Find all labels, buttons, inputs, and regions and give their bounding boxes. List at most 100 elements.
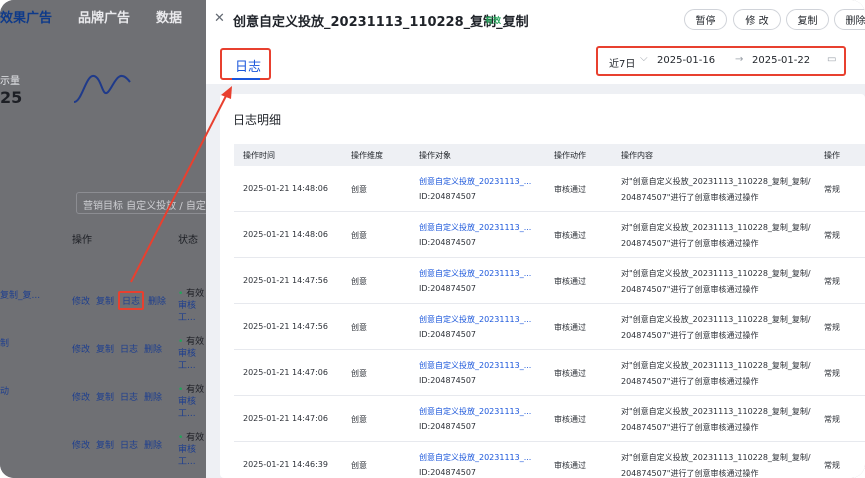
screenshot-frame: 效果广告 品牌广告 数据 工 示量 25 营销目标 自定义投放 / 自定 操作 … xyxy=(0,0,865,478)
delete-link[interactable]: 删除 xyxy=(144,390,162,403)
row-actions: 修改 复制 日志 删除 xyxy=(72,438,162,451)
log-time: 2025-01-21 14:47:56 xyxy=(243,276,328,285)
log-action: 审核通过 xyxy=(554,415,586,424)
log-link[interactable]: 日志 xyxy=(120,438,138,451)
log-time: 2025-01-21 14:47:06 xyxy=(243,414,328,423)
log-dimension: 创意 xyxy=(351,461,367,470)
row-status: • 有效 审核工... xyxy=(178,337,205,371)
log-type: 常规 xyxy=(824,185,840,194)
log-time: 2025-01-21 14:48:06 xyxy=(243,230,328,239)
log-dimension: 创意 xyxy=(351,277,367,286)
copy-link[interactable]: 复制 xyxy=(96,438,114,451)
modify-link[interactable]: 修改 xyxy=(72,390,90,403)
column-header-object: 操作对象 xyxy=(419,151,451,160)
row-divider xyxy=(234,211,865,212)
date-start-input[interactable]: 2025-01-16 xyxy=(657,55,715,66)
nav-item-brand-ads[interactable]: 品牌广告 xyxy=(78,7,130,26)
log-time: 2025-01-21 14:48:06 xyxy=(243,184,328,193)
log-object-link[interactable]: 创意自定义投放_20231113_... xyxy=(419,222,531,233)
log-content: 对"创意自定义投放_20231113_110228_复制_复制/ xyxy=(621,315,811,324)
copy-link[interactable]: 复制 xyxy=(96,342,114,355)
row-actions: 修改 复制 日志 删除 xyxy=(72,390,162,403)
log-content: 204874507"进行了创意审核通过操作 xyxy=(621,239,759,248)
tab-log[interactable]: 日志 xyxy=(235,56,261,75)
nav-item-effect-ads[interactable]: 效果广告 xyxy=(0,7,52,26)
modify-link[interactable]: 修改 xyxy=(72,342,90,355)
log-time: 2025-01-21 14:47:56 xyxy=(243,322,328,331)
log-link[interactable]: 日志 xyxy=(120,342,138,355)
row-divider xyxy=(234,303,865,304)
row-name[interactable]: 复制_复... xyxy=(0,288,40,301)
log-time: 2025-01-21 14:47:06 xyxy=(243,368,328,377)
copy-link[interactable]: 复制 xyxy=(96,390,114,403)
log-content: 204874507"进行了创意审核通过操作 xyxy=(621,423,759,432)
log-type: 常规 xyxy=(824,415,840,424)
close-icon[interactable]: ✕ xyxy=(214,11,225,26)
table-header xyxy=(234,144,865,166)
modify-link[interactable]: 修改 xyxy=(72,294,90,307)
row-divider xyxy=(234,349,865,350)
chevron-down-icon: ⌵ xyxy=(640,53,648,64)
log-content: 204874507"进行了创意审核通过操作 xyxy=(621,469,759,478)
column-header-action: 操作动作 xyxy=(554,151,586,160)
modify-button[interactable]: 修 改 xyxy=(733,9,781,30)
metric-value: 25 xyxy=(0,88,23,107)
log-object-id: ID:204874507 xyxy=(419,238,477,247)
log-action: 审核通过 xyxy=(554,231,586,240)
date-end-input[interactable]: 2025-01-22 xyxy=(752,55,810,66)
log-type: 常规 xyxy=(824,277,840,286)
log-object-link[interactable]: 创意自定义投放_20231113_... xyxy=(419,314,531,325)
row-actions: 修改 复制 日志 删除 xyxy=(72,342,162,355)
log-object-link[interactable]: 创意自定义投放_20231113_... xyxy=(419,268,531,279)
copy-link[interactable]: 复制 xyxy=(96,294,114,307)
column-header-type: 操作 xyxy=(824,151,840,160)
log-link[interactable]: 日志 xyxy=(120,390,138,403)
log-type: 常规 xyxy=(824,461,840,470)
log-object-link[interactable]: 创意自定义投放_20231113_... xyxy=(419,452,531,463)
row-actions: 修改 复制 日志 删除 xyxy=(72,291,166,310)
modify-link[interactable]: 修改 xyxy=(72,438,90,451)
row-divider xyxy=(234,257,865,258)
log-content: 对"创意自定义投放_20231113_110228_复制_复制/ xyxy=(621,453,811,462)
log-action: 审核通过 xyxy=(554,323,586,332)
log-action: 审核通过 xyxy=(554,185,586,194)
log-object-link[interactable]: 创意自定义投放_20231113_... xyxy=(419,406,531,417)
log-action: 审核通过 xyxy=(554,369,586,378)
filter-input[interactable]: 营销目标 自定义投放 / 自定 xyxy=(76,192,226,214)
row-divider xyxy=(234,395,865,396)
log-object-link[interactable]: 创意自定义投放_20231113_... xyxy=(419,360,531,371)
delete-link[interactable]: 删除 xyxy=(144,438,162,451)
log-content: 对"创意自定义投放_20231113_110228_复制_复制/ xyxy=(621,269,811,278)
row-status: • 有效 审核工... xyxy=(178,289,205,323)
drawer-header: ✕ 创意自定义投放_20231113_110228_复制_复制 有效 暂停 修 … xyxy=(206,0,865,40)
log-dimension: 创意 xyxy=(351,185,367,194)
arrow-right-icon: → xyxy=(735,54,744,65)
log-object-id: ID:204874507 xyxy=(419,330,477,339)
log-content: 对"创意自定义投放_20231113_110228_复制_复制/ xyxy=(621,223,811,232)
log-type: 常规 xyxy=(824,369,840,378)
delete-button[interactable]: 删除 xyxy=(834,9,865,30)
column-header-time: 操作时间 xyxy=(243,151,275,160)
log-link[interactable]: 日志 xyxy=(118,291,145,310)
date-preset-select[interactable]: 近7日 xyxy=(609,55,635,70)
log-content: 对"创意自定义投放_20231113_110228_复制_复制/ xyxy=(621,177,811,186)
log-object-id: ID:204874507 xyxy=(419,422,477,431)
log-type: 常规 xyxy=(824,231,840,240)
log-dimension: 创意 xyxy=(351,369,367,378)
log-content: 对"创意自定义投放_20231113_110228_复制_复制/ xyxy=(621,407,811,416)
copy-button[interactable]: 复制 xyxy=(786,9,829,30)
log-content: 204874507"进行了创意审核通过操作 xyxy=(621,285,759,294)
row-name[interactable]: 制 xyxy=(0,336,9,349)
log-dimension: 创意 xyxy=(351,231,367,240)
calendar-icon[interactable]: ▭ xyxy=(827,54,836,65)
row-status: • 有效 审核工... xyxy=(178,385,205,419)
delete-link[interactable]: 删除 xyxy=(144,342,162,355)
delete-link[interactable]: 删除 xyxy=(148,294,166,307)
row-divider xyxy=(234,441,865,442)
row-name[interactable]: 动 xyxy=(0,384,9,397)
log-object-link[interactable]: 创意自定义投放_20231113_... xyxy=(419,176,531,187)
pause-button[interactable]: 暂停 xyxy=(684,9,727,30)
metric-label: 示量 xyxy=(0,76,20,87)
nav-item-data[interactable]: 数据 xyxy=(156,7,182,26)
log-dimension: 创意 xyxy=(351,323,367,332)
